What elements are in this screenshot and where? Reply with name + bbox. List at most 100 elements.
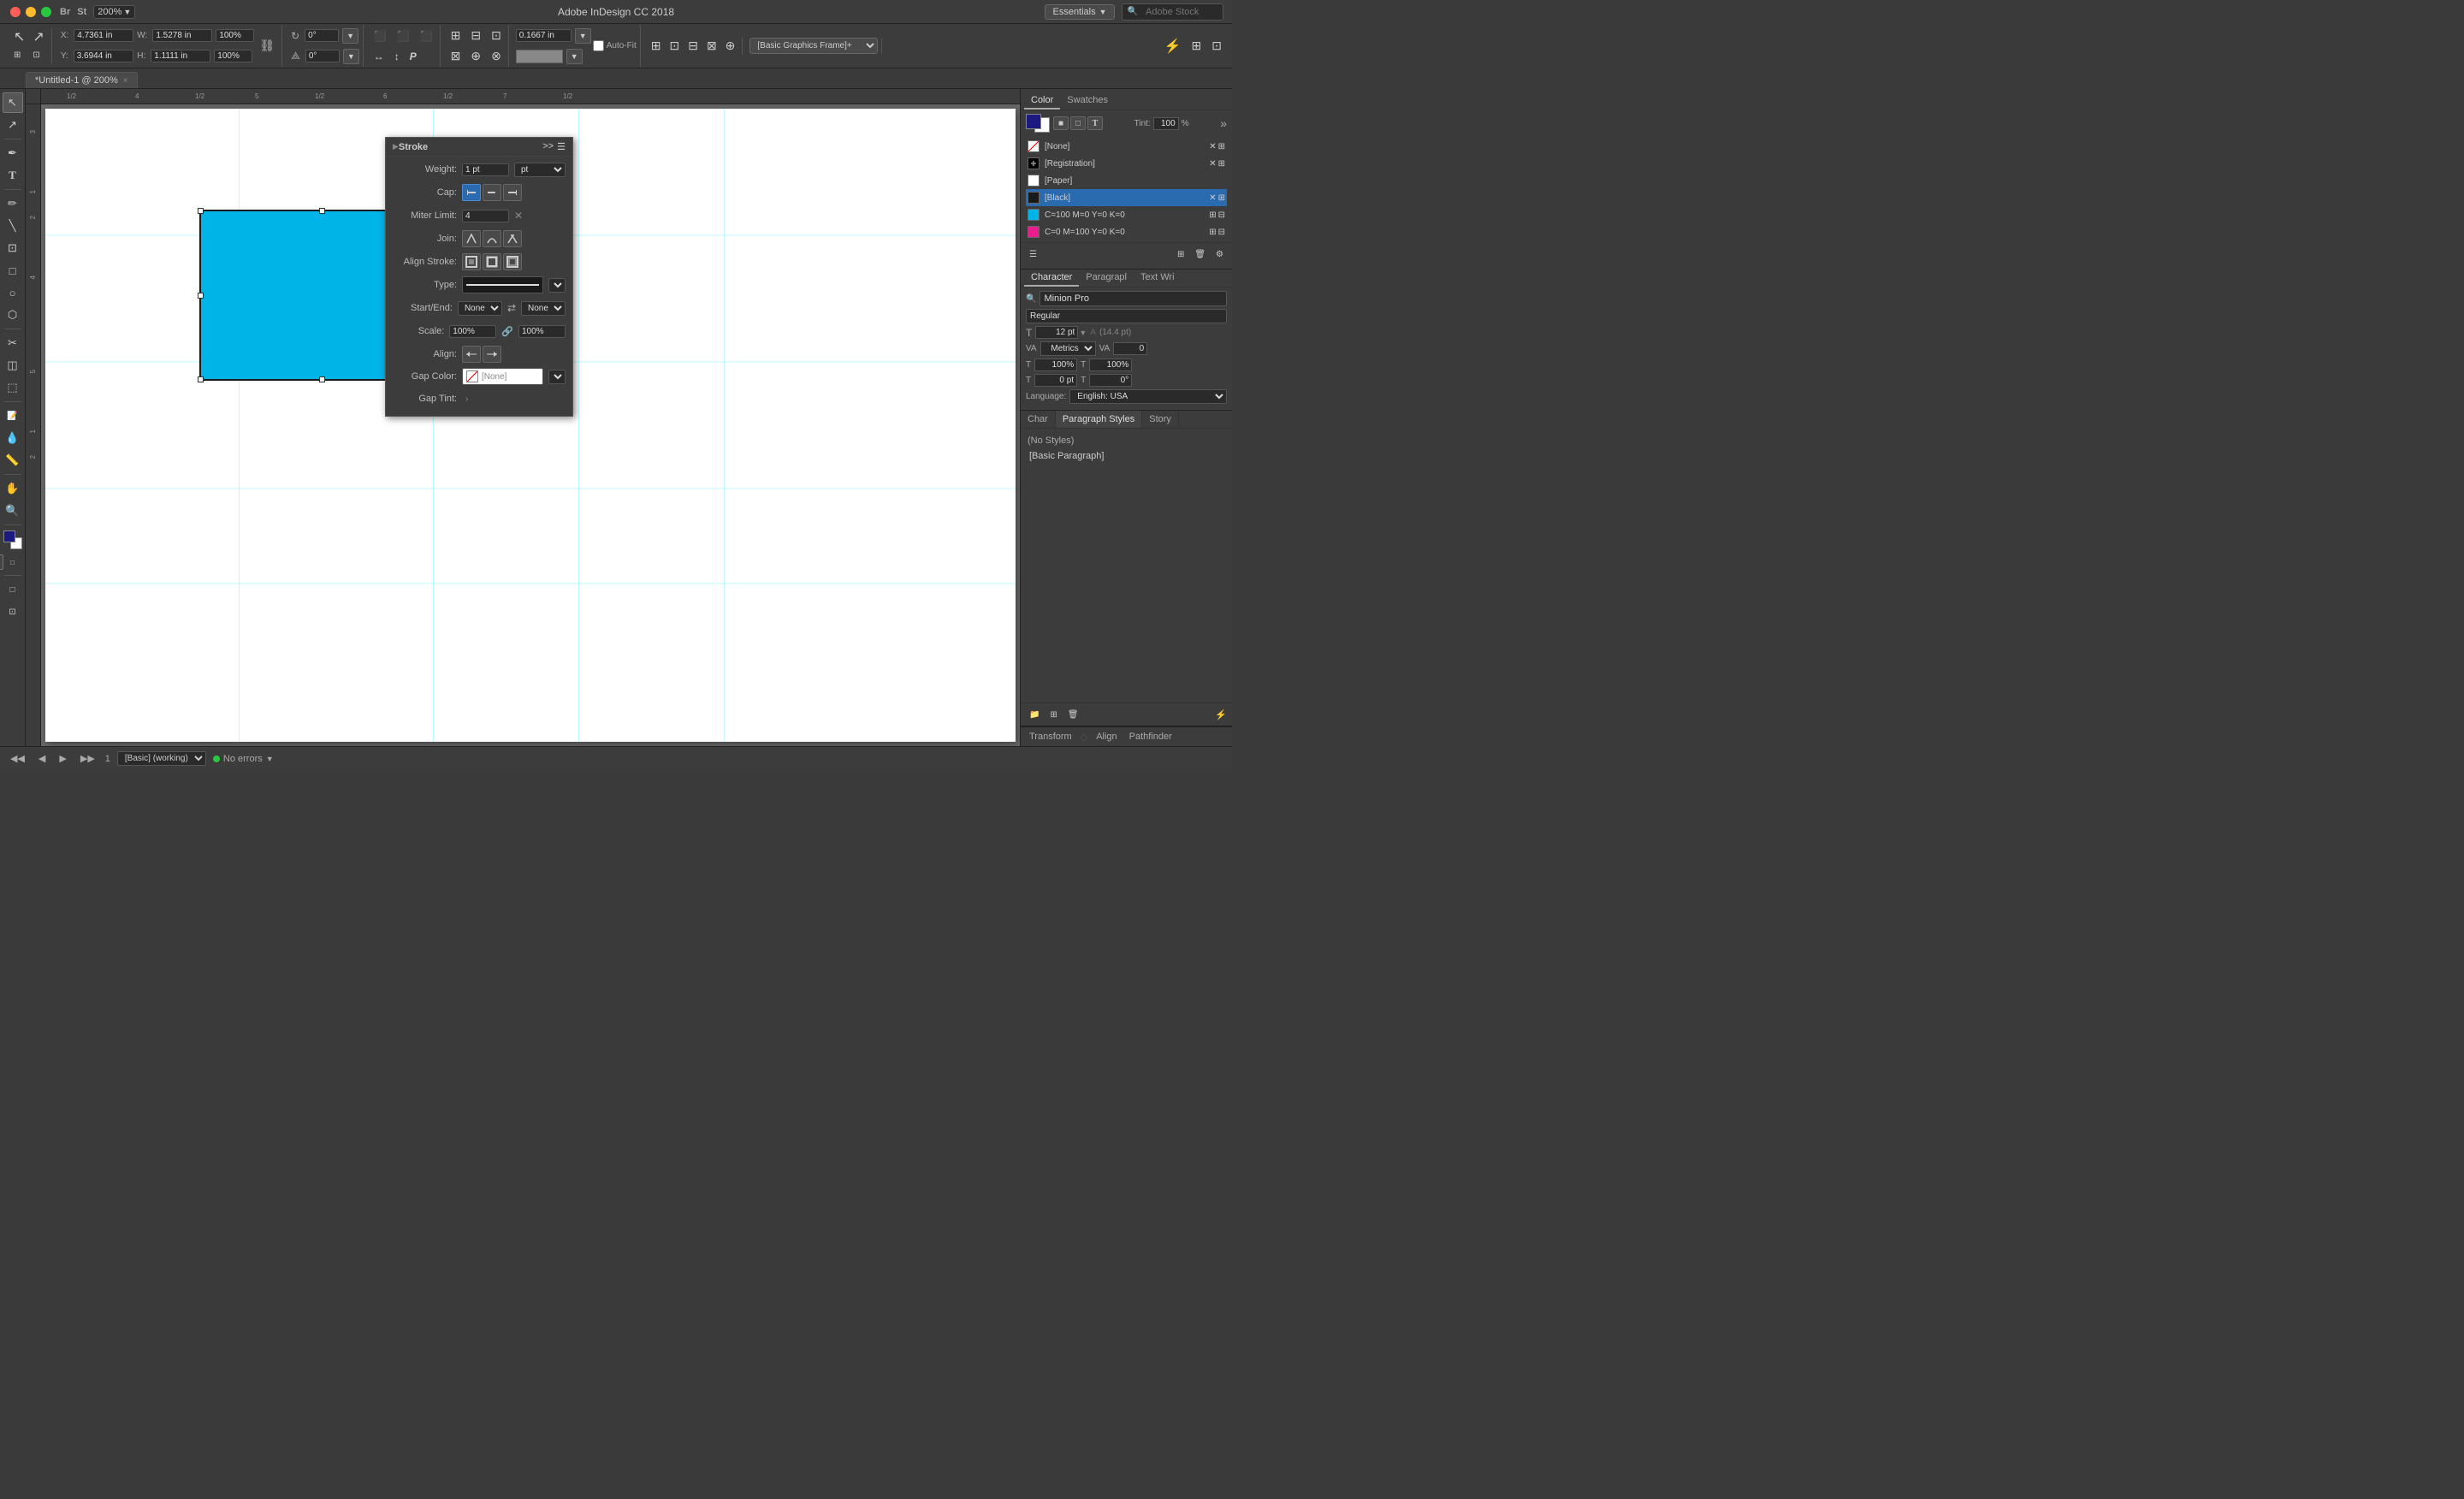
stroke-collapse-icon[interactable]: ▶ bbox=[393, 142, 399, 151]
swatch-magenta[interactable]: C=0 M=100 Y=0 K=0 ⊞ ⊟ bbox=[1026, 223, 1227, 240]
skew-input[interactable] bbox=[1089, 374, 1132, 387]
flip-v[interactable]: ↕ bbox=[391, 48, 403, 65]
stroke-mode[interactable]: □ bbox=[1070, 116, 1086, 130]
cyan-del[interactable]: ⊟ bbox=[1218, 210, 1225, 220]
flip-h[interactable]: ↔ bbox=[370, 48, 388, 65]
pen-tool[interactable]: ✒ bbox=[3, 143, 23, 163]
swatch-none[interactable]: [None] ✕ ⊞ bbox=[1026, 138, 1227, 155]
tab-para-styles[interactable]: Paragraph Styles bbox=[1056, 411, 1142, 428]
dist3[interactable]: ⊡ bbox=[488, 27, 505, 44]
cap-round[interactable] bbox=[483, 184, 501, 201]
direct-selection-tool[interactable]: ↗ bbox=[29, 28, 47, 45]
dist5[interactable]: ⊕ bbox=[467, 48, 484, 65]
close-button[interactable] bbox=[10, 7, 21, 17]
preview-icon[interactable]: ⊡ bbox=[1208, 38, 1225, 55]
fill-btn[interactable]: ■ bbox=[0, 554, 3, 570]
tint-input[interactable] bbox=[1153, 117, 1179, 130]
hand-tool[interactable]: ✋ bbox=[3, 478, 23, 499]
handle-ml[interactable] bbox=[198, 293, 204, 299]
delete-swatch[interactable]: 🗑 bbox=[1191, 246, 1209, 263]
transform-icon1[interactable]: ⊞ bbox=[648, 38, 665, 55]
lightning-icon[interactable]: ⚡ bbox=[1161, 38, 1185, 55]
foreground-color[interactable] bbox=[3, 530, 15, 542]
tab-textwrap[interactable]: Text Wri bbox=[1134, 270, 1182, 287]
delete-icon[interactable]: ✕ bbox=[1209, 142, 1216, 151]
end-select[interactable]: None bbox=[521, 301, 566, 316]
reg-new[interactable]: ⊞ bbox=[1218, 159, 1225, 169]
auto-fit-label[interactable]: Auto-Fit bbox=[593, 40, 637, 51]
align-center[interactable]: ⬛ bbox=[394, 27, 413, 44]
essentials-button[interactable]: Essentials ▼ bbox=[1045, 4, 1114, 20]
align-left[interactable]: ⬛ bbox=[370, 27, 390, 44]
new-swatch[interactable]: ⊞ bbox=[1174, 246, 1188, 263]
join-miter[interactable] bbox=[462, 230, 481, 247]
size-dropdown[interactable]: ▼ bbox=[1079, 329, 1087, 337]
weight-input[interactable] bbox=[462, 163, 509, 176]
align-left-btn[interactable] bbox=[462, 346, 481, 363]
scissors-tool[interactable]: ✂ bbox=[3, 333, 23, 353]
tab-align[interactable]: Align bbox=[1093, 730, 1120, 744]
switch-views-icon[interactable]: ⊞ bbox=[1188, 38, 1205, 55]
auto-fit-check[interactable] bbox=[593, 40, 604, 51]
w-field[interactable] bbox=[152, 29, 212, 42]
stroke-menu-icon[interactable]: ☰ bbox=[557, 141, 566, 152]
rotate-field[interactable] bbox=[305, 29, 339, 42]
stroke-expand-icon[interactable]: >> bbox=[542, 141, 554, 152]
tab-character[interactable]: Character bbox=[1024, 270, 1079, 287]
swatch-options[interactable]: ⚙ bbox=[1212, 246, 1227, 263]
swatch-paper[interactable]: [Paper] bbox=[1026, 172, 1227, 189]
search-input[interactable] bbox=[1140, 5, 1217, 19]
ellipse-tool[interactable]: ○ bbox=[3, 282, 23, 303]
preview-mode[interactable]: ⊡ bbox=[3, 601, 23, 622]
stroke-btn[interactable]: □ bbox=[5, 554, 21, 570]
basic-paragraph-style[interactable]: [Basic Paragraph] bbox=[1026, 449, 1227, 463]
shear-field[interactable] bbox=[305, 50, 340, 62]
line-tool[interactable]: ╲ bbox=[3, 216, 23, 236]
miter-input[interactable] bbox=[462, 210, 509, 222]
type-tool[interactable]: T bbox=[3, 165, 23, 186]
measure-tool[interactable]: 📏 bbox=[3, 450, 23, 471]
black-new[interactable]: ⊞ bbox=[1218, 193, 1225, 203]
handle-bc[interactable] bbox=[319, 376, 325, 382]
transform-icon2[interactable]: ⊡ bbox=[666, 38, 683, 55]
cap-butt[interactable] bbox=[462, 184, 481, 201]
mag-del[interactable]: ⊟ bbox=[1218, 228, 1225, 237]
frame-tool[interactable]: ⊡ bbox=[29, 46, 47, 63]
tab-swatches[interactable]: Swatches bbox=[1060, 92, 1115, 110]
align-outside-stroke[interactable] bbox=[503, 253, 522, 270]
mag-edit[interactable]: ⊞ bbox=[1209, 228, 1216, 237]
selection-tool[interactable]: ↖ bbox=[10, 28, 28, 45]
gap-color-select[interactable]: ▼ bbox=[548, 370, 566, 384]
align-right-btn[interactable] bbox=[483, 346, 501, 363]
align-center-stroke[interactable] bbox=[462, 253, 481, 270]
expand-icon[interactable]: » bbox=[1220, 116, 1227, 130]
constrain-proportions[interactable]: ⛓ bbox=[256, 38, 278, 55]
maximize-button[interactable] bbox=[41, 7, 51, 17]
kerning-input[interactable] bbox=[1113, 342, 1147, 355]
scale-h-input[interactable] bbox=[1034, 358, 1077, 371]
para-lightning[interactable]: ⚡ bbox=[1215, 709, 1227, 720]
tab-transform[interactable]: Transform bbox=[1026, 730, 1075, 744]
gradient-tool[interactable]: ◫ bbox=[3, 355, 23, 376]
baseline-input[interactable] bbox=[1034, 374, 1077, 387]
rect-frame-tool[interactable]: ⊡ bbox=[3, 238, 23, 258]
stroke-color-preview[interactable] bbox=[516, 50, 563, 63]
join-bevel[interactable] bbox=[503, 230, 522, 247]
zoom-control[interactable]: 200% ▼ bbox=[93, 5, 135, 19]
handle-bl[interactable] bbox=[198, 376, 204, 382]
dist6[interactable]: ⊗ bbox=[488, 48, 505, 65]
tab-color[interactable]: Color bbox=[1024, 92, 1060, 110]
align-inside-stroke[interactable] bbox=[483, 253, 501, 270]
note-tool[interactable]: 📝 bbox=[3, 406, 23, 426]
tab-paragraph[interactable]: Paragrapl bbox=[1079, 270, 1134, 287]
scale-v-input[interactable] bbox=[1089, 358, 1132, 371]
zoom-tool[interactable]: 🔍 bbox=[3, 501, 23, 521]
working-mode-select[interactable]: [Basic] (working) bbox=[117, 751, 206, 766]
transform-icon4[interactable]: ⊠ bbox=[703, 38, 720, 55]
document-tab[interactable]: *Untitled-1 @ 200% × bbox=[26, 72, 138, 88]
dist1[interactable]: ⊞ bbox=[447, 27, 465, 44]
grid-tool[interactable]: ⊞ bbox=[10, 46, 28, 63]
font-input[interactable] bbox=[1040, 291, 1227, 306]
tab-char-styles[interactable]: Char bbox=[1021, 411, 1056, 428]
normal-view[interactable]: □ bbox=[3, 579, 23, 600]
